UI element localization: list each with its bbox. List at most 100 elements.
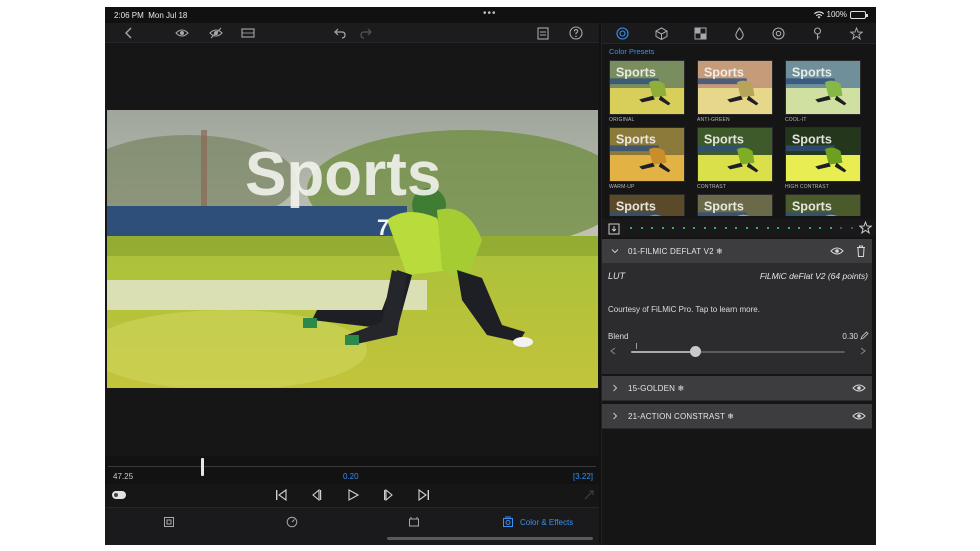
page-dot[interactable]	[840, 227, 842, 229]
preset-page-dots[interactable]	[630, 227, 863, 229]
page-dot[interactable]	[798, 227, 800, 229]
page-dot[interactable]	[819, 227, 821, 229]
key-icon[interactable]	[809, 26, 825, 41]
preset-label: HIGH CONTRAST	[785, 184, 829, 190]
download-icon[interactable]	[608, 222, 620, 235]
grid-icon[interactable]	[692, 26, 708, 41]
chevron-right-icon[interactable]	[611, 412, 619, 420]
panel-tabs	[602, 23, 876, 44]
preset-thumbnail[interactable]: Sports CONTRAST	[697, 127, 773, 190]
timeline[interactable]: 47.25 0.20 [3.22]	[105, 456, 599, 484]
slider-decrease-icon[interactable]	[610, 347, 616, 355]
skip-start-icon[interactable]	[273, 488, 289, 502]
slider-default-mark	[636, 343, 637, 349]
preset-thumbnail[interactable]: Sports HIGH CONTRAST	[785, 127, 861, 190]
play-icon[interactable]	[345, 488, 361, 502]
favorite-star-icon[interactable]	[858, 220, 873, 235]
drop-icon[interactable]	[731, 26, 747, 41]
tab-color-effects[interactable]: Color & Effects	[502, 515, 573, 529]
eye-slash-icon[interactable]	[208, 26, 224, 40]
tab-speed[interactable]	[286, 515, 298, 529]
blend-slider[interactable]	[631, 346, 845, 357]
video-viewer[interactable]: 7 Sports	[105, 44, 599, 456]
page-dot[interactable]	[808, 227, 811, 229]
layer-row[interactable]: 15-GOLDEN ❄	[602, 376, 872, 401]
page-dot[interactable]	[693, 227, 695, 229]
page-dot[interactable]	[672, 227, 674, 229]
preset-thumbnail[interactable]: Sports COOL-IT	[785, 60, 861, 123]
lut-label: LUT	[608, 271, 626, 281]
effects-panel: Color Presets Sports ORIGINAL Sports ANTI-G…	[601, 23, 876, 545]
status-time: 2:06 PM Mon Jul 18	[114, 11, 188, 20]
lut-value: FiLMiC deFlat V2 (64 points)	[759, 271, 868, 281]
visibility-eye-icon[interactable]	[852, 383, 866, 393]
page-dot[interactable]	[850, 227, 853, 229]
chevron-right-icon[interactable]	[611, 384, 619, 392]
layer-header[interactable]: 15-GOLDEN ❄	[602, 376, 872, 400]
preset-image: Sports	[785, 60, 861, 115]
visibility-eye-icon[interactable]	[830, 246, 844, 256]
page-dot[interactable]	[829, 227, 832, 229]
layer-header[interactable]: 01-FILMIC DEFLAT V2 ❄	[602, 239, 872, 263]
layer-row[interactable]: 01-FILMIC DEFLAT V2 ❄	[602, 239, 872, 264]
page-dot[interactable]	[787, 227, 790, 229]
help-icon[interactable]	[568, 26, 584, 40]
preset-thumbnail[interactable]: Sports	[697, 194, 773, 216]
transport-controls	[105, 485, 599, 505]
step-forward-icon[interactable]	[381, 488, 397, 502]
chevron-down-icon[interactable]	[611, 247, 619, 255]
expand-icon[interactable]	[581, 488, 597, 502]
step-back-icon[interactable]	[308, 488, 324, 502]
page-dot[interactable]	[756, 227, 758, 229]
pencil-icon[interactable]	[860, 331, 869, 340]
video-frame[interactable]: 7 Sports	[107, 110, 598, 388]
page-dot[interactable]	[745, 227, 748, 229]
clipboard-icon[interactable]	[535, 26, 551, 40]
tab-crop[interactable]	[408, 515, 420, 529]
lut-description-link[interactable]: Courtesy of FiLMiC Pro. Tap to learn mor…	[608, 305, 760, 314]
ipad-screen: 2:06 PM Mon Jul 18 ••• 100% 7 Sports 47.…	[105, 7, 876, 545]
page-dot[interactable]	[724, 227, 727, 229]
multitask-dots-icon[interactable]: •••	[483, 8, 497, 19]
preset-thumbnail[interactable]: Sports ANTI-GREEN	[697, 60, 773, 123]
page-dot[interactable]	[651, 227, 653, 229]
tab-media[interactable]	[163, 515, 175, 529]
playhead[interactable]	[200, 458, 204, 476]
slider-increase-icon[interactable]	[860, 347, 866, 355]
trash-icon[interactable]	[856, 245, 866, 257]
back-chevron-icon[interactable]	[121, 26, 137, 40]
page-dot[interactable]	[640, 227, 643, 229]
clip-settings-icon[interactable]	[240, 26, 256, 40]
page-dot[interactable]	[661, 227, 664, 229]
page-dot[interactable]	[735, 227, 737, 229]
preset-thumbnail[interactable]: Sports	[785, 194, 861, 216]
skip-end-icon[interactable]	[416, 488, 432, 502]
page-dot[interactable]	[630, 227, 632, 229]
layer-header[interactable]: 21-ACTION CONSTRAST ❄	[602, 404, 872, 428]
status-bar: 2:06 PM Mon Jul 18 ••• 100%	[105, 7, 876, 23]
page-dot[interactable]	[714, 227, 716, 229]
preset-thumbnail[interactable]: Sports WARM-UP	[609, 127, 685, 190]
preset-image: Sports	[697, 60, 773, 115]
blend-slider-knob[interactable]	[690, 346, 702, 357]
eye-icon[interactable]	[174, 26, 190, 40]
preset-image: Sports	[785, 194, 861, 216]
star-icon[interactable]	[848, 26, 864, 41]
jersey-number: 7	[377, 215, 389, 240]
visibility-eye-icon[interactable]	[852, 411, 866, 421]
timeline-track[interactable]	[108, 466, 596, 467]
page-dot[interactable]	[703, 227, 706, 229]
home-indicator[interactable]	[387, 537, 593, 540]
loop-toggle[interactable]	[112, 491, 126, 499]
color-wheel-icon[interactable]	[614, 26, 630, 41]
undo-icon[interactable]	[332, 26, 348, 40]
page-dot[interactable]	[766, 227, 769, 229]
cube-icon[interactable]	[653, 26, 669, 41]
page-dot[interactable]	[777, 227, 779, 229]
preset-thumbnail[interactable]: Sports	[609, 194, 685, 216]
redo-icon[interactable]	[358, 26, 374, 40]
target-icon[interactable]	[770, 26, 786, 41]
layer-row[interactable]: 21-ACTION CONSTRAST ❄	[602, 404, 872, 429]
preset-thumbnail[interactable]: Sports ORIGINAL	[609, 60, 685, 123]
page-dot[interactable]	[682, 227, 685, 229]
